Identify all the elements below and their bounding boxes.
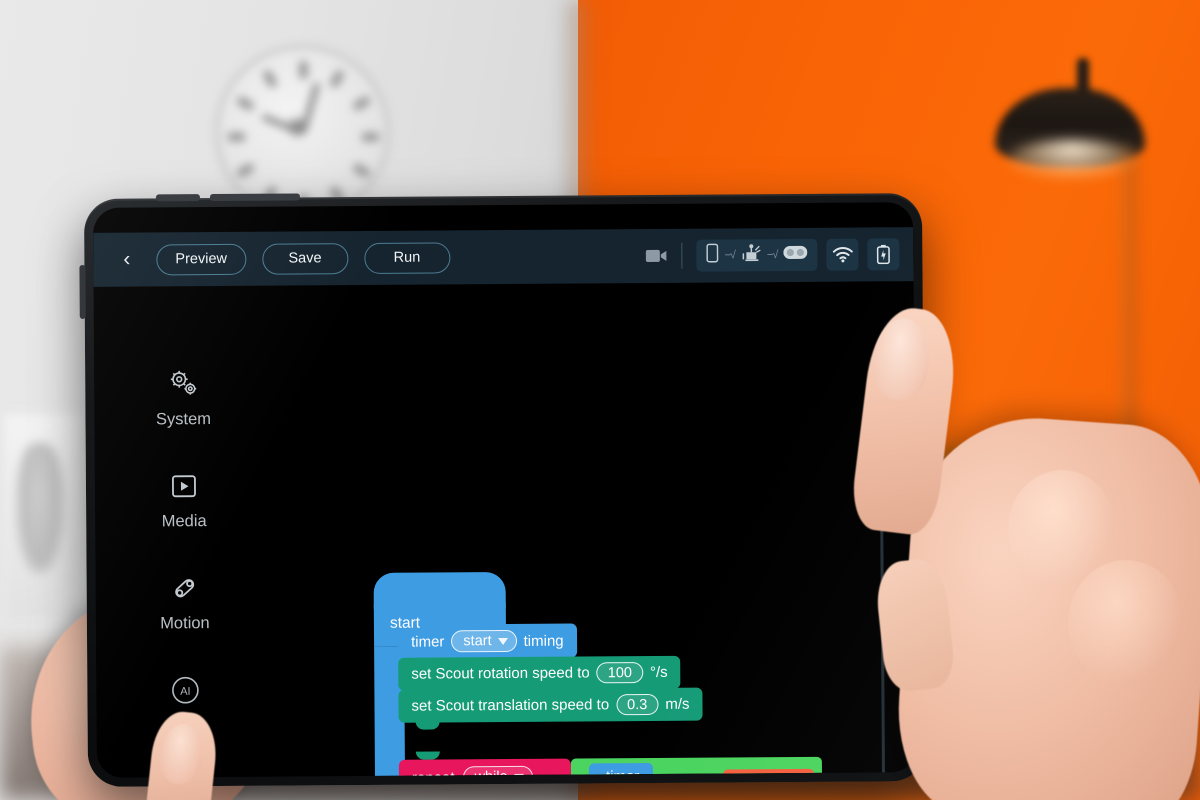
repeat-label: repeat xyxy=(412,769,455,777)
block-row-translation: set Scout translation speed to 0.3 m/s xyxy=(398,687,703,723)
wifi-icon[interactable] xyxy=(826,238,859,271)
repeat-mode-value: while xyxy=(474,769,507,777)
robot-antenna-icon xyxy=(741,243,761,267)
dashed-link-icon: −√ xyxy=(724,249,735,262)
motion-link-icon xyxy=(169,571,201,605)
repeat-block-head[interactable]: repeat while xyxy=(398,758,572,777)
ai-circle-icon: AI xyxy=(169,673,201,707)
comparison-operator-dropdown[interactable]: <= xyxy=(661,773,716,777)
start-block-label: start xyxy=(389,614,421,632)
timer-block-text-2: timing xyxy=(523,632,564,650)
back-button[interactable]: ‹ xyxy=(121,244,140,275)
svg-text:AI: AI xyxy=(180,686,190,698)
preview-button[interactable]: Preview xyxy=(156,243,247,275)
sidebar-label-system: System xyxy=(155,410,212,429)
translation-speed-block[interactable]: set Scout translation speed to 0.3 m/s xyxy=(398,687,703,723)
rotation-speed-block[interactable]: set Scout rotation speed to 100 °/s xyxy=(398,655,681,691)
tablet-power-button[interactable] xyxy=(209,193,300,202)
timer-mode-value: start xyxy=(463,633,492,650)
clock-center xyxy=(289,119,305,135)
repeat-mode-dropdown[interactable]: while xyxy=(462,765,533,777)
save-button[interactable]: Save xyxy=(261,242,349,275)
rotation-speed-text: set Scout rotation speed to xyxy=(411,664,590,683)
video-camera-icon[interactable] xyxy=(645,248,667,264)
clock-marks xyxy=(219,49,386,216)
timer-block-text-1: timer xyxy=(410,632,445,651)
connection-status-group[interactable]: −√ −√ xyxy=(696,238,818,272)
gears-icon xyxy=(166,367,200,401)
translation-speed-unit: m/s xyxy=(665,695,690,713)
sidebar-item-ai[interactable]: AI xyxy=(169,673,201,716)
toolbar-divider xyxy=(681,242,683,269)
lamp-glow xyxy=(1008,140,1136,178)
sidebar-item-system[interactable]: System xyxy=(156,367,211,429)
tablet-screen: ‹ Preview Save Run −√ −√ System Media Mo… xyxy=(93,202,917,778)
timer-time-label: timer time xyxy=(605,768,640,777)
wall-art-frame xyxy=(0,410,85,625)
battery-charging-icon[interactable] xyxy=(867,238,900,271)
sidebar-item-media[interactable]: Media xyxy=(161,469,207,531)
tablet-side-button[interactable] xyxy=(79,264,86,319)
threshold-value[interactable]: 12000 xyxy=(737,773,800,777)
chevron-down-icon xyxy=(497,637,508,645)
timer-time-reporter[interactable]: timer time xyxy=(588,762,654,777)
right-hand-knuckle-2 xyxy=(1068,560,1184,686)
run-button[interactable]: Run xyxy=(363,241,451,274)
rotation-speed-value[interactable]: 100 xyxy=(596,662,644,684)
tablet-icon xyxy=(706,243,719,268)
threshold-number-block[interactable]: 12000 xyxy=(723,768,814,777)
gamepad-icon xyxy=(783,245,808,265)
chevron-down-icon xyxy=(513,773,524,777)
timer-mode-dropdown[interactable]: start xyxy=(451,629,517,653)
block-workspace[interactable]: start timer start timing set Scout rotat… xyxy=(244,292,917,777)
tablet-device: ‹ Preview Save Run −√ −√ System Media Mo… xyxy=(79,193,927,787)
translation-speed-value[interactable]: 0.3 xyxy=(616,693,659,716)
translation-speed-text: set Scout translation speed to xyxy=(411,696,610,715)
sidebar-item-motion[interactable]: Motion xyxy=(160,571,210,633)
dashed-link-icon-2: −√ xyxy=(766,249,778,262)
block-row-rotation: set Scout rotation speed to 100 °/s xyxy=(398,655,702,691)
repeat-block[interactable]: repeat while timer time <= xyxy=(398,756,822,777)
condition-block[interactable]: timer time <= 12000 xyxy=(570,756,822,777)
block-stack: timer start timing set Scout rotation sp… xyxy=(397,623,703,723)
toolbar-status-group: −√ −√ xyxy=(645,238,900,272)
tool-sidebar: System Media Motion AI xyxy=(128,367,240,717)
play-in-frame-icon xyxy=(169,469,199,503)
sidebar-label-media: Media xyxy=(161,512,207,531)
tablet-volume-button[interactable] xyxy=(155,194,200,202)
rotation-speed-unit: °/s xyxy=(649,663,668,681)
app-toolbar: ‹ Preview Save Run −√ −√ xyxy=(93,227,914,287)
sidebar-label-motion: Motion xyxy=(160,614,210,633)
